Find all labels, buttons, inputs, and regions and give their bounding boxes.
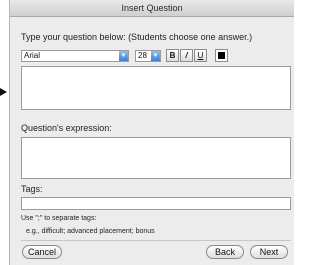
font-size-select[interactable]: 28 ▼ xyxy=(135,50,161,62)
tags-example-text: e.g., difficult; advanced placement; bon… xyxy=(26,228,155,235)
underline-button[interactable]: U xyxy=(194,49,207,62)
back-button[interactable]: Back xyxy=(206,245,244,259)
tags-help-text: Use ";" to separate tags: xyxy=(21,215,97,222)
italic-button[interactable]: / xyxy=(180,49,193,62)
expression-label: Question's expression: xyxy=(21,123,112,133)
question-prompt-label: Type your question below: (Students choo… xyxy=(21,32,253,42)
cancel-button[interactable]: Cancel xyxy=(22,245,62,259)
font-family-value: Arial xyxy=(24,51,41,60)
chevron-down-icon[interactable]: ▼ xyxy=(151,51,160,61)
bold-button[interactable]: B xyxy=(166,49,179,62)
footer-divider xyxy=(21,240,291,241)
tags-input[interactable] xyxy=(21,197,291,210)
expression-textarea[interactable] xyxy=(21,137,291,179)
tags-label: Tags: xyxy=(21,184,43,194)
font-family-select[interactable]: Arial ▼ xyxy=(21,50,129,62)
font-size-value: 28 xyxy=(138,51,147,60)
question-textarea[interactable] xyxy=(21,66,291,110)
window-title: Insert Question xyxy=(10,0,294,17)
insert-question-dialog: Insert Question Type your question below… xyxy=(9,0,294,265)
color-swatch xyxy=(218,52,225,59)
chevron-down-icon[interactable]: ▼ xyxy=(119,51,128,61)
next-button[interactable]: Next xyxy=(250,245,288,259)
pointer-arrow-icon xyxy=(0,88,7,96)
text-color-button[interactable] xyxy=(215,49,228,62)
